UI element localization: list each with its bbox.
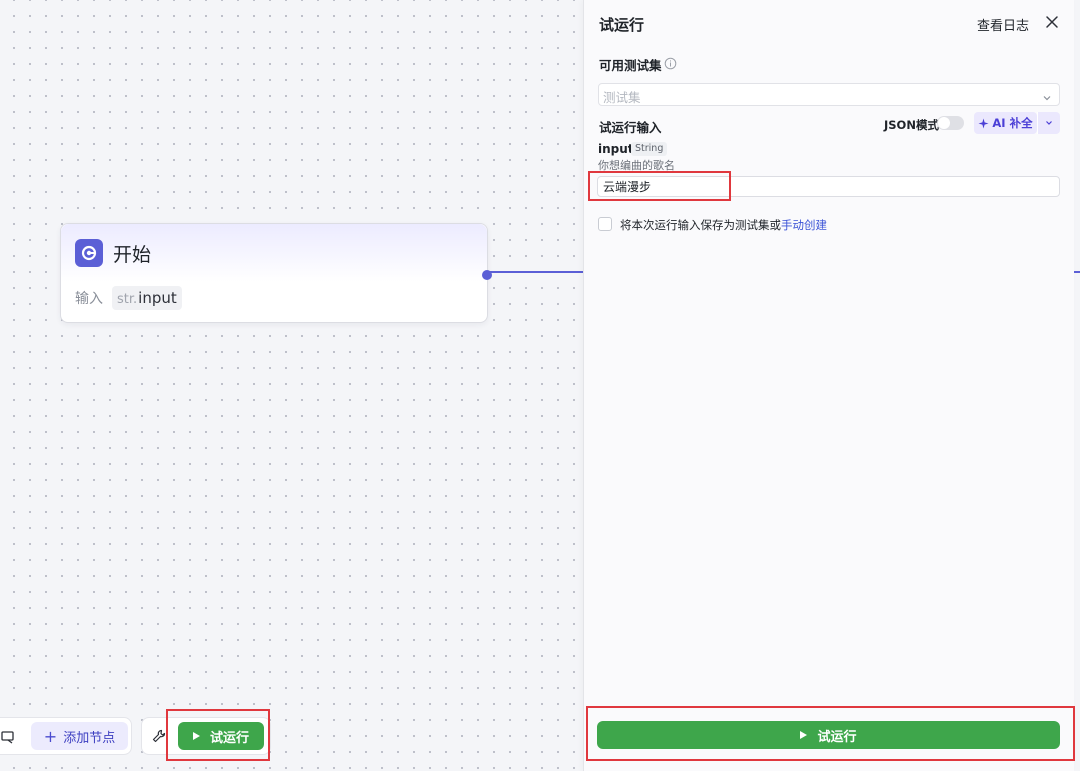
sparkle-icon: [978, 118, 989, 128]
start-node-title: 开始: [113, 243, 152, 266]
field-description: 你想编曲的歌名: [598, 159, 675, 172]
input-row-label: 输入: [75, 291, 103, 307]
run-button-panel[interactable]: 试运行: [597, 721, 1060, 749]
canvas-toolbar-right: 试运行: [141, 717, 271, 755]
testset-section-label: 可用测试集: [599, 58, 662, 73]
field-type-badge: String: [631, 142, 668, 156]
save-testset-checkbox[interactable]: [598, 217, 612, 231]
play-icon: [192, 732, 200, 740]
plus-icon: +: [43, 726, 58, 746]
toggle-knob: [938, 117, 950, 129]
start-node[interactable]: 开始 输入 str. input: [60, 223, 492, 323]
add-node-button[interactable]: + 添加节点: [31, 722, 128, 750]
ai-fill-button[interactable]: AI 补全: [974, 112, 1037, 134]
json-mode-toggle[interactable]: [937, 116, 964, 130]
manual-create-link[interactable]: 手动创建: [781, 218, 827, 232]
close-icon[interactable]: [1044, 14, 1060, 30]
run-button-label: 试运行: [209, 730, 249, 746]
param-type: str.: [117, 292, 138, 307]
panel-title: 试运行: [599, 16, 645, 34]
start-node-icon: [75, 239, 103, 267]
add-node-label: 添加节点: [63, 730, 116, 746]
wrench-icon[interactable]: [151, 728, 167, 744]
output-port[interactable]: [482, 270, 492, 280]
testset-select[interactable]: 测试集: [598, 83, 1060, 106]
field-name: input: [598, 142, 634, 156]
info-icon[interactable]: [664, 55, 677, 70]
canvas-toolbar-left: + 添加节点: [0, 717, 132, 755]
cut-icon[interactable]: [1, 729, 15, 744]
param-chip: str. input: [112, 286, 182, 310]
play-icon: [800, 731, 808, 739]
save-testset-text: 将本次运行输入保存为测试集或手动创建: [620, 217, 827, 233]
start-node-header: 开始: [61, 224, 487, 282]
connection-edge-continued: [1074, 271, 1080, 273]
chevron-down-icon: [1041, 89, 1053, 101]
json-mode-label: JSON模式: [884, 118, 939, 132]
connection-edge: [487, 271, 587, 273]
test-run-panel: 试运行 查看日志 可用测试集 测试集 试运行输入 JSON模式 AI 补全 in…: [583, 0, 1074, 771]
run-input-section-label: 试运行输入: [599, 120, 662, 135]
testset-placeholder: 测试集: [603, 90, 641, 105]
chevron-down-icon: [1046, 121, 1052, 125]
ai-fill-label: AI 补全: [992, 116, 1033, 130]
run-button-toolbar[interactable]: 试运行: [178, 722, 264, 750]
run-button-panel-label: 试运行: [817, 729, 857, 745]
param-name: input: [138, 289, 177, 307]
view-log-link[interactable]: 查看日志: [977, 15, 1029, 34]
input-field[interactable]: [597, 176, 1060, 197]
ai-fill-dropdown[interactable]: [1037, 112, 1060, 134]
start-node-input-row: 输入 str. input: [61, 286, 487, 310]
save-testset-label: 将本次运行输入保存为测试集或: [620, 218, 781, 232]
